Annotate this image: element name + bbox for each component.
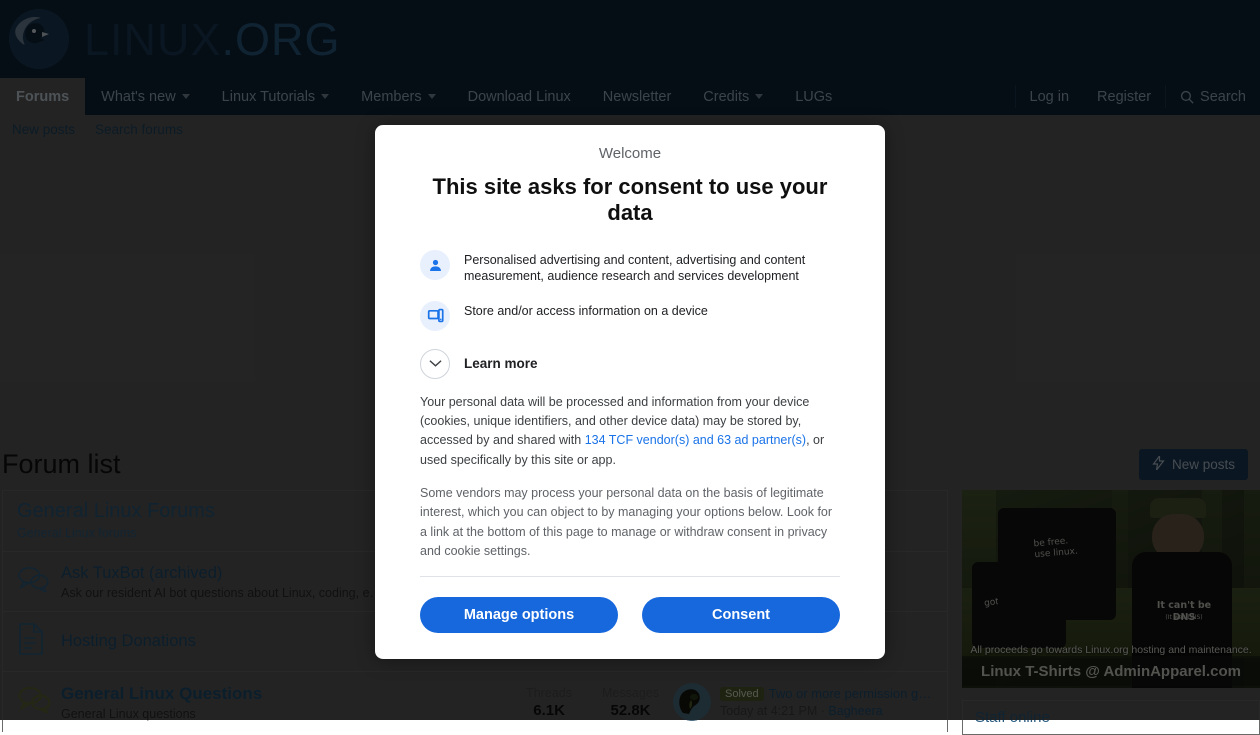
consent-paragraph-2: Some vendors may process your personal d… — [420, 484, 840, 562]
learn-more-toggle[interactable]: Learn more — [420, 349, 840, 379]
dialog-divider — [420, 576, 840, 577]
person-icon — [420, 250, 450, 280]
dialog-title: This site asks for consent to use your d… — [420, 174, 840, 226]
chevron-down-icon[interactable] — [420, 349, 450, 379]
purpose-item: Store and/or access information on a dev… — [420, 301, 840, 331]
consent-button[interactable]: Consent — [642, 597, 840, 633]
consent-dialog: Welcome This site asks for consent to us… — [375, 125, 885, 659]
purpose-item: Personalised advertising and content, ad… — [420, 250, 840, 285]
dialog-actions: Manage options Consent — [420, 597, 840, 633]
devices-icon — [420, 301, 450, 331]
dialog-eyebrow: Welcome — [420, 145, 840, 162]
learn-more-label: Learn more — [464, 356, 538, 371]
vendors-link[interactable]: 134 TCF vendor(s) and 63 ad partner(s) — [585, 433, 806, 447]
purpose-text: Personalised advertising and content, ad… — [464, 250, 840, 285]
consent-paragraph-1: Your personal data will be processed and… — [420, 393, 840, 471]
manage-options-button[interactable]: Manage options — [420, 597, 618, 633]
purpose-text: Store and/or access information on a dev… — [464, 301, 708, 319]
